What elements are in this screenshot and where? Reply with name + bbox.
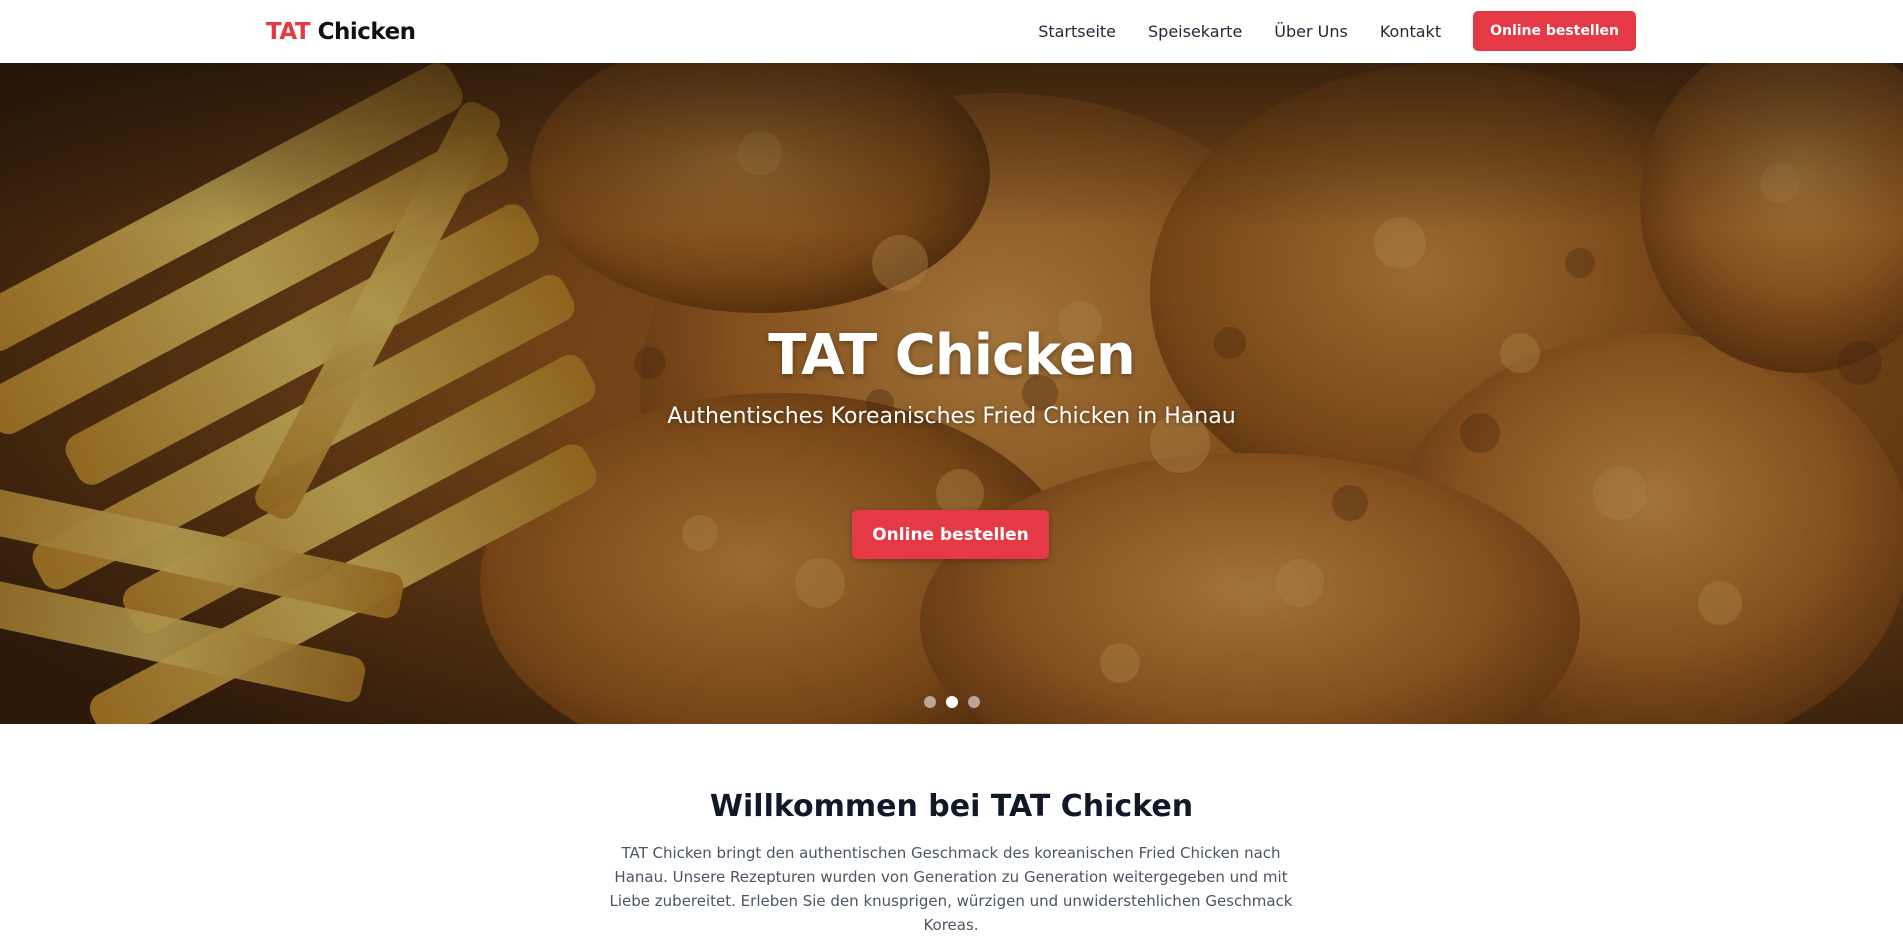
welcome-heading: Willkommen bei TAT Chicken bbox=[709, 789, 1194, 824]
main-navigation: Startseite Speisekarte Über Uns Kontakt … bbox=[1038, 11, 1636, 51]
header-order-button[interactable]: Online bestellen bbox=[1473, 11, 1636, 51]
welcome-description: TAT Chicken bringt den authentischen Ges… bbox=[609, 844, 1293, 934]
slide-indicator-3[interactable] bbox=[968, 696, 980, 708]
site-header: TAT Chicken Startseite Speisekarte Über … bbox=[0, 0, 1903, 63]
nav-link-contact[interactable]: Kontakt bbox=[1380, 22, 1441, 41]
slide-indicator-1[interactable] bbox=[924, 696, 936, 708]
nav-link-home[interactable]: Startseite bbox=[1038, 22, 1116, 41]
hero-slider: TAT Chicken Authentisches Koreanisches F… bbox=[0, 63, 1903, 724]
nav-link-about[interactable]: Über Uns bbox=[1274, 22, 1348, 41]
hero-order-button[interactable]: Online bestellen bbox=[852, 510, 1049, 559]
slide-indicators bbox=[924, 696, 980, 708]
nav-link-menu[interactable]: Speisekarte bbox=[1148, 22, 1242, 41]
hero-subtitle: Authentisches Koreanisches Fried Chicken… bbox=[667, 404, 1236, 429]
site-logo[interactable]: TAT Chicken bbox=[266, 18, 416, 46]
logo-accent-text: TAT bbox=[266, 19, 311, 45]
hero-title: TAT Chicken bbox=[768, 323, 1135, 388]
slide-indicator-2[interactable] bbox=[946, 696, 958, 708]
hero-dark-overlay bbox=[0, 63, 1903, 724]
logo-main-text: Chicken bbox=[310, 19, 416, 45]
